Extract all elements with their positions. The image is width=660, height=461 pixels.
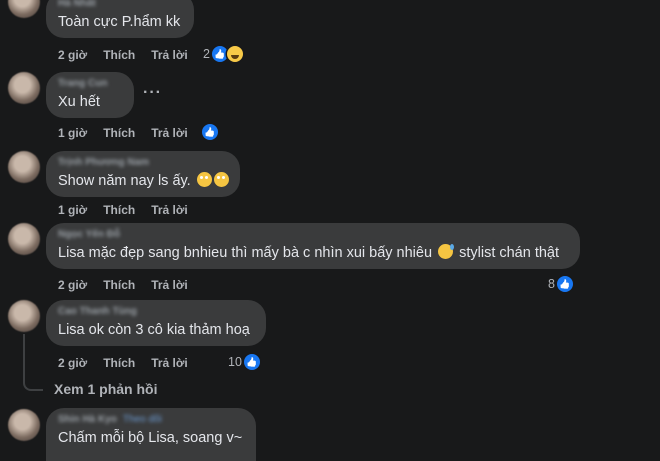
comment-author[interactable]: Shin Hà Kyo xyxy=(58,414,117,425)
comment-actions: 1 giờ Thích Trả lời xyxy=(58,203,204,217)
comment-time[interactable]: 2 giờ xyxy=(58,278,87,292)
like-button[interactable]: Thích xyxy=(103,48,135,62)
reply-button[interactable]: Trả lời xyxy=(151,48,188,62)
comment-bubble: Shin Hà Kyo Theo dõi Chấm mỗi bộ Lisa, so… xyxy=(46,408,256,461)
avatar[interactable] xyxy=(8,72,40,104)
comment-text: Xu hết xyxy=(58,94,100,110)
comment-text-continued: stylist chán thật xyxy=(459,245,560,261)
comment-author[interactable]: Hà Nhất xyxy=(58,0,182,10)
reply-button[interactable]: Trả lời xyxy=(151,278,188,292)
comment-time[interactable]: 1 giờ xyxy=(58,203,87,217)
reaction-summary[interactable]: 8 xyxy=(548,276,573,292)
reaction-count: 8 xyxy=(548,277,555,291)
like-icon xyxy=(202,124,218,140)
avatar[interactable] xyxy=(8,151,40,183)
avatar[interactable] xyxy=(8,0,40,18)
comment-bubble: Trang Cun Xu hết xyxy=(46,72,134,118)
like-button[interactable]: Thích xyxy=(103,203,135,217)
haha-icon xyxy=(226,46,243,62)
avatar[interactable] xyxy=(8,300,40,332)
comment-bubble: Trịnh Phương Nam Show năm nay ls ấy. xyxy=(46,151,240,197)
avatar[interactable] xyxy=(8,409,40,441)
comment-author[interactable]: Trịnh Phương Nam xyxy=(58,157,228,169)
like-icon xyxy=(556,276,573,292)
comment-author-row: Shin Hà Kyo Theo dõi xyxy=(58,414,244,426)
comment-text-row: Show năm nay ls ấy. xyxy=(58,171,229,191)
like-button[interactable]: Thích xyxy=(103,278,135,292)
reaction-summary[interactable]: 10 xyxy=(228,354,260,370)
comment-text: Show năm nay ls ấy. xyxy=(58,173,191,189)
avatar[interactable] xyxy=(8,223,40,255)
comment-author[interactable]: Trang Cun xyxy=(58,78,122,90)
comment-author[interactable]: Cao Thanh Tùng xyxy=(58,306,254,318)
reaction-count: 2 xyxy=(203,47,210,61)
reaction-summary[interactable]: 2 xyxy=(203,46,243,62)
comment-text: Toàn cực P.hẩm kk xyxy=(58,14,181,30)
eye-roll-emoji xyxy=(196,172,212,187)
comment-text: Lisa mặc đẹp sang bnhieu thì mấy bà c nh… xyxy=(58,245,433,261)
view-replies-link[interactable]: Xem 1 phản hồi xyxy=(54,381,157,397)
comment-bubble: Cao Thanh Tùng Lisa ok còn 3 cô kia thảm… xyxy=(46,300,266,346)
comment-time[interactable]: 1 giờ xyxy=(58,126,87,140)
reply-button[interactable]: Trả lời xyxy=(151,203,188,217)
follow-button[interactable]: Theo dõi xyxy=(123,414,162,425)
reaction-count: 10 xyxy=(228,355,242,369)
comment-actions: 2 giờ Thích Trả lời xyxy=(58,48,204,62)
reply-button[interactable]: Trả lời xyxy=(151,356,188,370)
reaction-summary[interactable] xyxy=(200,124,218,140)
more-options-icon[interactable]: ··· xyxy=(143,84,162,102)
comment-actions: 1 giờ Thích Trả lời xyxy=(58,126,204,140)
sweat-smile-emoji xyxy=(438,244,455,259)
eye-roll-emoji xyxy=(213,172,229,187)
like-icon xyxy=(211,46,228,62)
comment-bubble: Ngọc Yến Đỗ Lisa mặc đẹp sang bnhieu thì… xyxy=(46,223,580,269)
like-button[interactable]: Thích xyxy=(103,126,135,140)
like-icon xyxy=(243,354,260,370)
like-button[interactable]: Thích xyxy=(103,356,135,370)
comment-bubble: Hà Nhất Toàn cực P.hẩm kk xyxy=(46,0,194,38)
comment-text: Chấm mỗi bộ Lisa, soang v~ xyxy=(58,430,243,446)
comment-text: Lisa ok còn 3 cô kia thảm hoạ xyxy=(58,322,250,338)
comment-actions: 2 giờ Thích Trả lời xyxy=(58,356,204,370)
reply-button[interactable]: Trả lời xyxy=(151,126,188,140)
comment-time[interactable]: 2 giờ xyxy=(58,48,87,62)
comment-text-row: Lisa mặc đẹp sang bnhieu thì mấy bà c nh… xyxy=(58,243,568,263)
comment-author[interactable]: Ngọc Yến Đỗ xyxy=(58,229,568,241)
comment-actions: 2 giờ Thích Trả lời xyxy=(58,278,204,292)
thread-connector xyxy=(23,334,43,391)
comment-time[interactable]: 2 giờ xyxy=(58,356,87,370)
